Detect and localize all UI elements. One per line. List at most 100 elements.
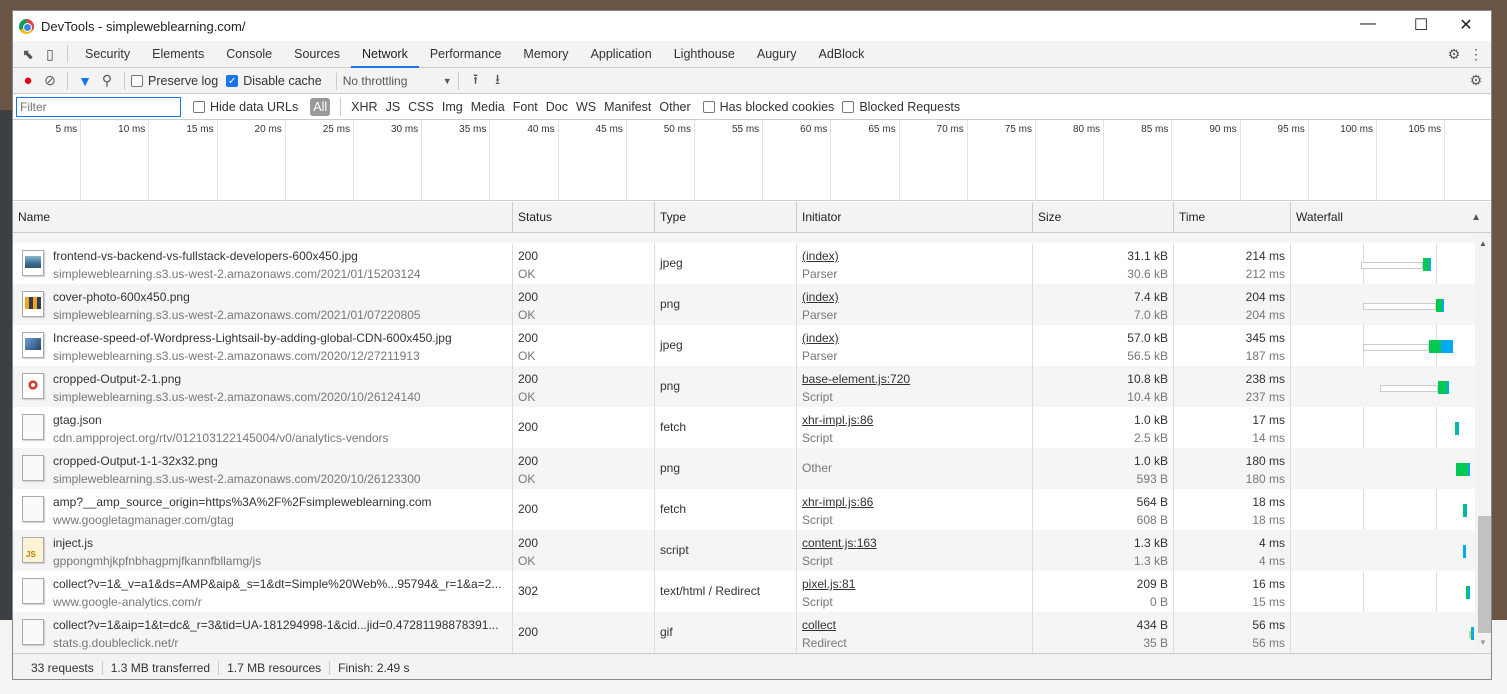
request-name[interactable]: cropped-Output-2-1.png <box>53 370 507 388</box>
filter-icon[interactable]: ▼ <box>74 73 96 89</box>
column-header-waterfall[interactable]: Waterfall ▲ <box>1291 202 1491 233</box>
document-icon <box>22 496 44 522</box>
request-name[interactable]: frontend-vs-backend-vs-fullstack-develop… <box>53 247 507 265</box>
record-icon[interactable]: ● <box>17 72 39 89</box>
settings-gear-icon[interactable]: ⚙ <box>1443 46 1465 63</box>
disable-cache-checkbox[interactable]: ✓ <box>226 74 239 87</box>
filter-type-other[interactable]: Other <box>659 100 690 114</box>
tab-sources[interactable]: Sources <box>283 41 351 68</box>
device-toolbar-icon[interactable]: ▯ <box>39 46 61 63</box>
request-name[interactable]: cropped-Output-1-1-32x32.png <box>53 452 507 470</box>
request-name[interactable]: inject.js <box>53 534 507 552</box>
chevron-down-icon[interactable]: ▼ <box>443 76 452 86</box>
document-icon <box>22 414 44 440</box>
resource-size: 0 B <box>1149 595 1168 609</box>
blocked-requests-checkbox[interactable] <box>842 100 855 113</box>
request-name[interactable]: collect?v=1&aip=1&t=dc&_r=3&tid=UA-18129… <box>53 616 507 634</box>
table-row-partial[interactable] <box>13 233 1475 243</box>
tab-security[interactable]: Security <box>74 41 141 68</box>
table-row[interactable]: cropped-Output-2-1.png simpleweblearning.… <box>13 366 1475 407</box>
request-name[interactable]: Increase-speed-of-Wordpress-Lightsail-by… <box>53 329 507 347</box>
scrollbar-thumb[interactable] <box>1478 516 1491 633</box>
tab-adblock[interactable]: AdBlock <box>808 41 876 68</box>
more-options-icon[interactable]: ⋮ <box>1465 46 1487 63</box>
filter-type-media[interactable]: Media <box>471 100 505 114</box>
filter-type-xhr[interactable]: XHR <box>351 100 377 114</box>
tab-elements[interactable]: Elements <box>141 41 215 68</box>
table-row[interactable]: Increase-speed-of-Wordpress-Lightsail-by… <box>13 325 1475 366</box>
tab-network[interactable]: Network <box>351 41 419 68</box>
column-header-status[interactable]: Status <box>513 202 655 233</box>
waterfall-download-bar <box>1442 299 1444 312</box>
request-name[interactable]: cover-photo-600x450.png <box>53 288 507 306</box>
tab-performance[interactable]: Performance <box>419 41 513 68</box>
column-header-initiator[interactable]: Initiator <box>797 202 1033 233</box>
name-cell: cover-photo-600x450.png simpleweblearning… <box>13 284 513 325</box>
request-name[interactable]: amp?__amp_source_origin=https%3A%2F%2Fsi… <box>53 493 507 511</box>
request-name[interactable]: gtag.json <box>53 411 507 429</box>
scroll-up-icon[interactable]: ▲ <box>1479 239 1487 248</box>
throttling-select[interactable]: No throttling <box>343 74 443 88</box>
timeline-tick: 95 ms <box>1241 120 1309 201</box>
latency: 237 ms <box>1245 390 1285 404</box>
initiator-link[interactable]: pixel.js:81 <box>802 575 1027 593</box>
filter-type-ws[interactable]: WS <box>576 100 596 114</box>
timeline-tick: 65 ms <box>831 120 900 201</box>
initiator-link[interactable]: content.js:163 <box>802 534 1027 552</box>
filter-type-css[interactable]: CSS <box>408 100 434 114</box>
disable-cache-label: Disable cache <box>243 73 322 88</box>
filter-type-font[interactable]: Font <box>513 100 538 114</box>
filter-type-doc[interactable]: Doc <box>546 100 568 114</box>
size-cell: 31.1 kB 30.6 kB <box>1033 243 1174 284</box>
close-button[interactable]: ✕ <box>1456 15 1476 35</box>
tab-console[interactable]: Console <box>215 41 283 68</box>
initiator-link[interactable]: base-element.js:720 <box>802 370 1027 388</box>
minimize-button[interactable]: — <box>1358 15 1378 33</box>
export-har-icon[interactable]: ⭳ <box>487 69 509 93</box>
tab-application[interactable]: Application <box>580 41 663 68</box>
clear-icon[interactable]: ⊘ <box>39 72 61 89</box>
filter-type-img[interactable]: Img <box>442 100 463 114</box>
waterfall-waiting-bar <box>1438 381 1447 394</box>
search-icon[interactable]: ⚲ <box>96 72 118 89</box>
scroll-down-icon[interactable]: ▼ <box>1479 638 1487 647</box>
vertical-scrollbar[interactable]: ▲ ▼ <box>1475 233 1491 653</box>
filter-input[interactable] <box>16 96 181 117</box>
column-header-name[interactable]: Name <box>13 202 513 233</box>
maximize-button[interactable]: ☐ <box>1411 15 1431 35</box>
filter-type-js[interactable]: JS <box>386 100 401 114</box>
preserve-log-checkbox[interactable] <box>131 74 143 87</box>
initiator-link[interactable]: (index) <box>802 247 1027 265</box>
column-header-time[interactable]: Time <box>1174 202 1291 233</box>
time-cell: 16 ms 15 ms <box>1174 571 1291 612</box>
column-header-size[interactable]: Size <box>1033 202 1174 233</box>
hide-data-urls-checkbox[interactable] <box>193 100 205 113</box>
initiator-link[interactable]: xhr-impl.js:86 <box>802 493 1027 511</box>
table-row[interactable]: cover-photo-600x450.png simpleweblearning… <box>13 284 1475 325</box>
has-blocked-cookies-checkbox[interactable] <box>702 100 715 113</box>
table-row[interactable]: gtag.json cdn.ampproject.org/rtv/01210312… <box>13 407 1475 448</box>
table-row[interactable]: collect?v=1&aip=1&t=dc&_r=3&tid=UA-18129… <box>13 612 1475 653</box>
import-har-icon[interactable]: ⭱ <box>465 69 487 93</box>
timeline-overview[interactable]: 5 ms 10 ms 15 ms 20 ms 25 ms 30 ms 35 ms 40 ms 4… <box>13 120 1491 201</box>
table-row[interactable]: cropped-Output-1-1-32x32.png simpleweblea… <box>13 448 1475 489</box>
tab-memory[interactable]: Memory <box>512 41 579 68</box>
tab-augury[interactable]: Augury <box>746 41 808 68</box>
tab-lighthouse[interactable]: Lighthouse <box>663 41 746 68</box>
table-row[interactable]: amp?__amp_source_origin=https%3A%2F%2Fsi… <box>13 489 1475 530</box>
timeline-tick: 80 ms <box>1036 120 1105 201</box>
initiator-link[interactable]: (index) <box>802 288 1027 306</box>
table-row[interactable]: JS inject.js gppongmhjkpfnbhagpmjfkannfbll… <box>13 530 1475 571</box>
initiator-link[interactable]: xhr-impl.js:86 <box>802 411 1027 429</box>
column-header-type[interactable]: Type <box>655 202 797 233</box>
initiator-link[interactable]: collect <box>802 616 1027 634</box>
network-settings-gear-icon[interactable]: ⚙ <box>1465 72 1487 89</box>
table-row[interactable]: collect?v=1&_v=a1&ds=AMP&aip&_s=1&dt=Sim… <box>13 571 1475 612</box>
inspect-element-icon[interactable]: ⬉ <box>17 46 39 63</box>
divider <box>124 71 125 90</box>
request-name[interactable]: collect?v=1&_v=a1&ds=AMP&aip&_s=1&dt=Sim… <box>53 575 507 593</box>
table-row[interactable]: frontend-vs-backend-vs-fullstack-develop… <box>13 243 1475 284</box>
filter-type-all[interactable]: All <box>310 97 331 116</box>
filter-type-manifest[interactable]: Manifest <box>604 100 651 114</box>
initiator-link[interactable]: (index) <box>802 329 1027 347</box>
